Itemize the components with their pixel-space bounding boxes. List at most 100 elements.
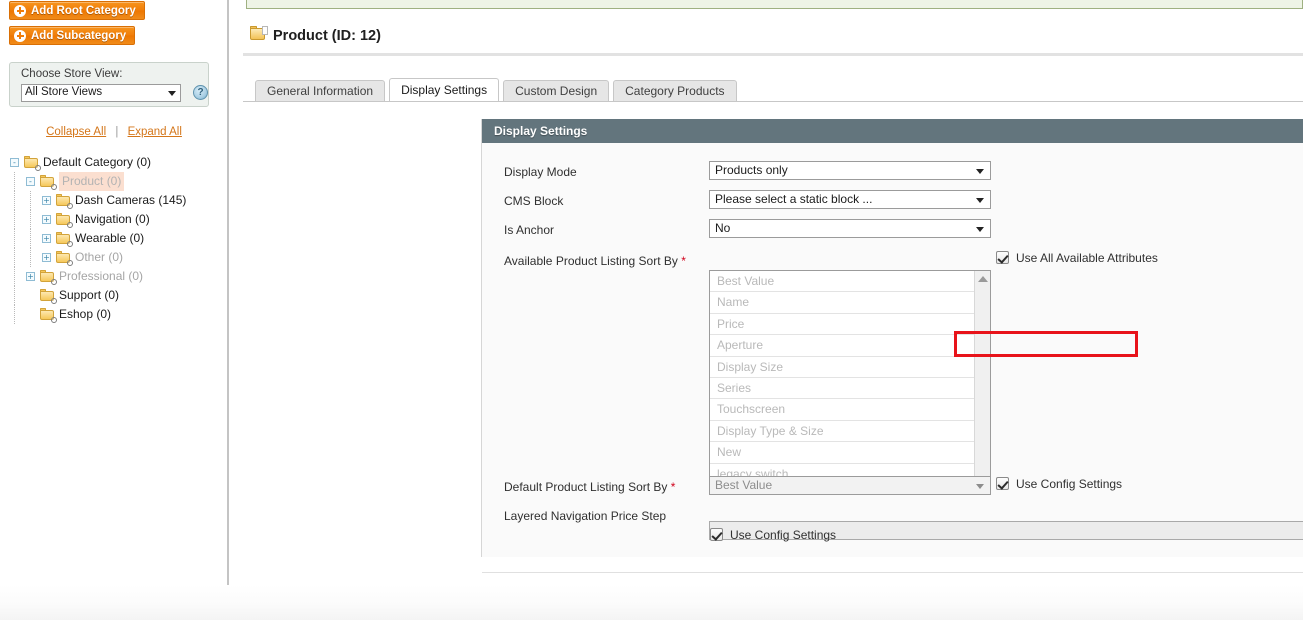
store-view-label: Choose Store View: <box>21 68 123 80</box>
tree-node-label[interactable]: Eshop (0) <box>59 305 111 324</box>
multiselect-option[interactable]: Touchscreen <box>710 399 990 421</box>
store-view-select-value[interactable]: All Store Views <box>25 84 102 102</box>
multiselect-option[interactable]: Display Size <box>710 357 990 378</box>
chevron-down-icon <box>976 227 984 232</box>
tree-node[interactable]: Support (0) <box>0 286 228 305</box>
tree-node[interactable]: Eshop (0) <box>0 305 228 324</box>
multiselect-option[interactable]: Best Value <box>710 271 990 293</box>
folder-icon <box>56 232 73 247</box>
default-sort-by-select[interactable]: Best Value <box>709 476 991 495</box>
tree-node-label[interactable]: Other (0) <box>75 248 123 267</box>
tree-node[interactable]: + Other (0) <box>0 248 228 267</box>
tree-node[interactable]: + Dash Cameras (145) <box>0 191 228 210</box>
tab-bar-underline <box>243 101 1303 102</box>
tree-node[interactable]: + Wearable (0) <box>0 229 228 248</box>
default-sort-by-value: Best Value <box>715 478 773 492</box>
tree-actions: Collapse All | Expand All <box>0 126 228 138</box>
folder-icon <box>56 194 73 209</box>
expand-node-icon[interactable]: + <box>26 272 35 281</box>
is-anchor-select[interactable]: No <box>709 219 991 238</box>
tree-guide-line <box>30 248 31 267</box>
tree-node-label[interactable]: Professional (0) <box>59 267 143 286</box>
title-divider <box>243 53 1303 56</box>
panel-body: Display Mode Products only CMS Block Ple… <box>482 143 1303 573</box>
cms-block-label: CMS Block <box>504 194 564 208</box>
tree-guide-line <box>30 191 31 210</box>
is-anchor-value: No <box>715 221 731 235</box>
panel-bottom-divider <box>482 572 1303 573</box>
tree-guide-line <box>14 172 15 191</box>
available-sort-by-label-text: Available Product Listing Sort By <box>504 254 678 268</box>
multiselect-scrollbar[interactable] <box>974 271 990 487</box>
chevron-down-icon <box>976 198 984 203</box>
use-all-attributes-checkbox[interactable] <box>996 251 1009 264</box>
display-mode-select[interactable]: Products only <box>709 161 991 180</box>
use-all-attributes-label[interactable]: Use All Available Attributes <box>1016 251 1158 265</box>
tree-guide-line <box>14 248 15 267</box>
multiselect-option[interactable]: Display Type & Size <box>710 421 990 443</box>
tree-node[interactable]: + Professional (0) <box>0 267 228 286</box>
scroll-up-arrow-icon[interactable] <box>978 276 988 282</box>
multiselect-option[interactable]: Price <box>710 314 990 336</box>
price-step-use-config-checkbox[interactable] <box>710 528 723 541</box>
display-mode-label: Display Mode <box>504 165 577 179</box>
tree-node-label[interactable]: Wearable (0) <box>75 229 144 248</box>
available-sort-by-multiselect[interactable]: Best Value Name Price Aperture Display Size S… <box>709 270 991 488</box>
folder-icon <box>40 289 57 304</box>
tab-display-settings[interactable]: Display Settings <box>389 78 500 102</box>
main-content: Product (ID: 12) General Information Disp… <box>229 0 1303 585</box>
multiselect-option[interactable]: New <box>710 442 990 464</box>
available-sort-by-options[interactable]: Best Value Name Price Aperture Display Size S… <box>710 271 990 485</box>
default-sort-use-config-checkbox[interactable] <box>996 477 1009 490</box>
default-sort-use-config-label[interactable]: Use Config Settings <box>1016 477 1122 491</box>
expand-node-icon[interactable]: + <box>42 196 51 205</box>
collapse-all-link[interactable]: Collapse All <box>46 126 106 138</box>
category-folder-icon <box>250 26 268 41</box>
folder-icon <box>56 213 73 228</box>
tab-category-products[interactable]: Category Products <box>613 80 737 102</box>
multiselect-option[interactable]: Name <box>710 292 990 314</box>
add-root-category-label: Add Root Category <box>31 4 136 17</box>
tree-guide-line <box>14 267 15 286</box>
expand-all-link[interactable]: Expand All <box>128 126 182 138</box>
plus-circle-icon <box>14 29 26 42</box>
tree-node-label[interactable]: Default Category (0) <box>43 153 151 172</box>
chevron-down-icon <box>976 169 984 174</box>
add-root-category-button[interactable]: Add Root Category <box>9 1 145 20</box>
multiselect-option[interactable]: Series <box>710 378 990 400</box>
expand-node-icon[interactable]: + <box>42 215 51 224</box>
cms-block-select[interactable]: Please select a static block ... <box>709 190 991 209</box>
tree-guide-line <box>14 229 15 248</box>
collapse-node-icon[interactable]: - <box>26 177 35 186</box>
tree-node[interactable]: - Default Category (0) <box>0 153 228 172</box>
tree-guide-line <box>30 210 31 229</box>
magento-category-admin-page: Add Root Category Add Subcategory Choose… <box>0 0 1303 620</box>
plus-circle-icon <box>14 4 26 17</box>
store-view-chooser: Choose Store View: All Store Views ? <box>9 62 209 107</box>
default-sort-by-label: Default Product Listing Sort By * <box>504 480 675 494</box>
multiselect-option[interactable]: Aperture <box>710 335 990 357</box>
expand-node-icon[interactable]: + <box>42 253 51 262</box>
tree-node-label[interactable]: Dash Cameras (145) <box>75 191 186 210</box>
tree-node-label[interactable]: Navigation (0) <box>75 210 150 229</box>
panel-header: Display Settings <box>482 119 1303 143</box>
category-sidebar: Add Root Category Add Subcategory Choose… <box>0 0 228 585</box>
display-mode-value: Products only <box>715 163 788 177</box>
expand-node-icon[interactable]: + <box>42 234 51 243</box>
tree-node-label[interactable]: Support (0) <box>59 286 119 305</box>
folder-icon <box>40 270 57 285</box>
tree-guide-line <box>14 210 15 229</box>
tab-bar: General Information Display Settings Custo… <box>255 78 741 102</box>
price-step-use-config-label[interactable]: Use Config Settings <box>730 528 836 542</box>
price-step-label: Layered Navigation Price Step <box>504 509 667 523</box>
add-subcategory-button[interactable]: Add Subcategory <box>9 26 136 45</box>
success-message-bar <box>246 0 1303 9</box>
tree-node[interactable]: + Navigation (0) <box>0 210 228 229</box>
tree-node-label[interactable]: Product (0) <box>59 172 125 191</box>
tab-general-information[interactable]: General Information <box>255 80 386 102</box>
tree-guide-line <box>14 191 15 210</box>
tree-node[interactable]: - Product (0) <box>0 172 228 191</box>
collapse-node-icon[interactable]: - <box>10 158 19 167</box>
help-icon[interactable]: ? <box>193 85 208 100</box>
tab-custom-design[interactable]: Custom Design <box>503 80 610 102</box>
